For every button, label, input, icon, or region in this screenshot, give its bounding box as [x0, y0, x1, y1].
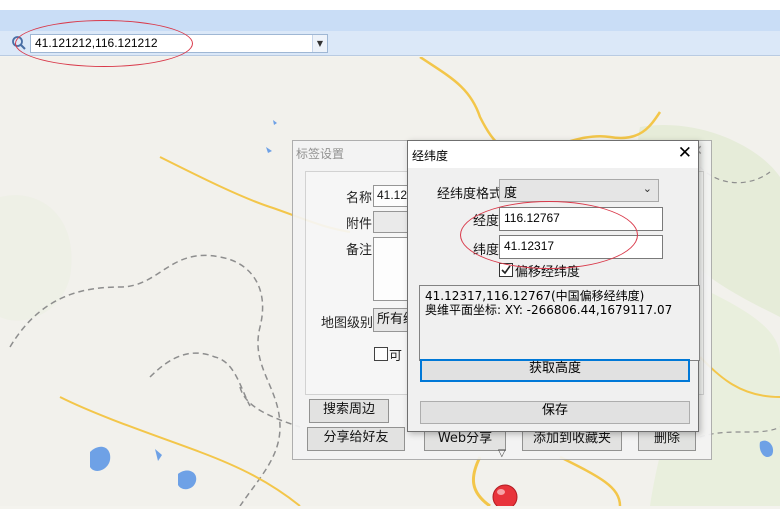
longitude-label: 经度 [473, 214, 500, 229]
add-favorites-button[interactable]: 添加到收藏夹 [522, 431, 622, 451]
info-line-2: 奥维平面坐标: XY: -266806.44,1679117.07 [425, 303, 673, 317]
search-input[interactable]: 41.121212,116.121212 ▼ [30, 34, 328, 53]
coordinates-dialog: 经纬度 ✕ 经纬度格式 度 ⌄ 经度 116.12767 纬度 41.12317… [407, 140, 700, 432]
search-value: 41.121212,116.121212 [35, 36, 158, 50]
attachment-label: 附件 [346, 217, 373, 232]
chevron-down-icon[interactable]: ▼ [312, 35, 327, 52]
format-select[interactable]: 度 ⌄ [499, 179, 659, 202]
water-body [90, 446, 111, 471]
water-body [273, 120, 277, 125]
location-marker [492, 484, 518, 509]
search-icon[interactable] [11, 35, 27, 51]
check-icon [501, 265, 511, 275]
get-altitude-button[interactable]: 获取高度 [420, 359, 690, 382]
name-label: 名称 [346, 191, 373, 206]
format-select-value: 度 [504, 186, 518, 201]
offset-checkbox-label: 偏移经纬度 [515, 265, 581, 280]
visible-checkbox-label: 可 [389, 349, 403, 364]
delete-button[interactable]: 删除 [638, 431, 696, 451]
map-level-label: 地图级别 [321, 316, 374, 331]
notes-label: 备注 [346, 243, 373, 258]
web-share-button[interactable]: Web分享 [424, 431, 506, 451]
visible-checkbox[interactable] [374, 347, 388, 361]
boundary-line [149, 352, 251, 407]
latitude-label: 纬度 [473, 243, 500, 258]
location-marker-highlight [497, 489, 505, 495]
green-area [0, 195, 72, 321]
water-body [155, 449, 162, 461]
info-line-1: 41.12317,116.12767(中国偏移经纬度) [425, 289, 645, 303]
save-button[interactable]: 保存 [420, 401, 690, 424]
window-top-strip [0, 0, 780, 10]
latitude-input[interactable]: 41.12317 [499, 235, 663, 259]
dialog-title: 经纬度 [412, 149, 449, 163]
coordinate-info-box: 41.12317,116.12767(中国偏移经纬度) 奥维平面坐标: XY: … [419, 285, 700, 361]
share-friends-button[interactable]: 分享给好友 [307, 427, 405, 451]
chevron-down-icon: ⌄ [642, 182, 652, 195]
road [419, 55, 662, 154]
expand-icon[interactable]: ▽ [498, 448, 506, 459]
water-body [266, 147, 272, 153]
search-nearby-button[interactable]: 搜索周边 [309, 399, 389, 423]
road [471, 456, 491, 508]
boundary-line [239, 386, 301, 428]
dialog-title: 标签设置 [296, 147, 345, 161]
format-label: 经纬度格式 [437, 187, 503, 202]
water-body [178, 470, 197, 490]
dialog-body: 经纬度格式 度 ⌄ 经度 116.12767 纬度 41.12317 偏移经纬度… [408, 168, 700, 431]
close-icon[interactable]: ✕ [678, 143, 692, 163]
road [559, 455, 622, 507]
offset-checkbox[interactable] [499, 263, 513, 277]
longitude-input[interactable]: 116.12767 [499, 207, 663, 231]
title-band [0, 10, 780, 31]
